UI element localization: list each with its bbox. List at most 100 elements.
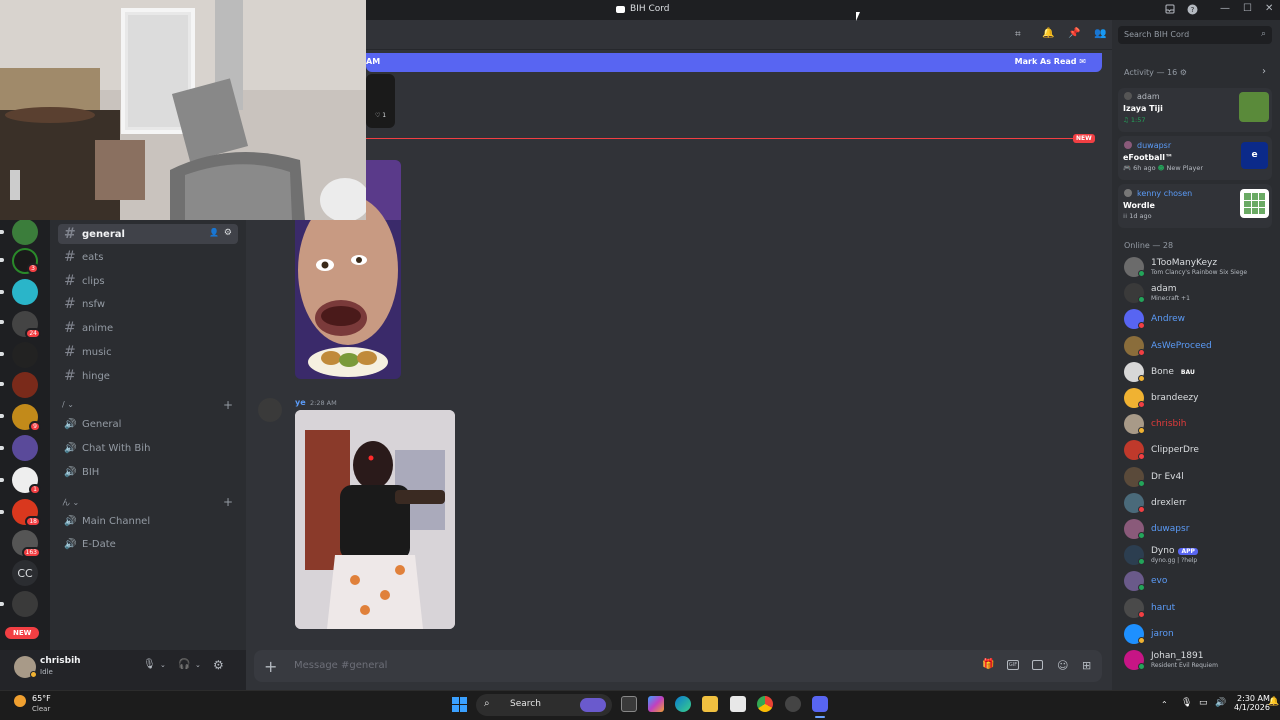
member-item[interactable]: drexlerr: [1124, 492, 1269, 516]
category-header[interactable]: ん ⌄: [62, 497, 79, 508]
member-item[interactable]: Andrew: [1124, 308, 1269, 332]
gift-icon[interactable]: 🎁: [982, 659, 994, 670]
server-icon[interactable]: [12, 279, 38, 305]
user-settings-gear-icon[interactable]: ⚙: [213, 658, 224, 672]
voice-channel-general[interactable]: 🔊 General: [58, 414, 238, 434]
channel-hinge[interactable]: # hinge: [58, 366, 238, 386]
username[interactable]: chrisbih: [40, 656, 81, 666]
server-icon-text[interactable]: CC: [12, 560, 38, 586]
threads-icon[interactable]: ⌗: [1015, 29, 1021, 40]
unread-indicator: [0, 290, 4, 294]
weather-temp[interactable]: 65°F: [32, 694, 51, 703]
reaction-heart-icon[interactable]: ♡ 1: [375, 112, 386, 119]
close-button[interactable]: ✕: [1265, 3, 1273, 14]
attach-plus-icon[interactable]: +: [264, 657, 277, 676]
invite-icon[interactable]: 👤: [209, 228, 219, 237]
notification-bell-icon[interactable]: 🔔: [1268, 697, 1279, 707]
copilot-icon[interactable]: [648, 696, 664, 712]
file-explorer-icon[interactable]: [702, 696, 718, 712]
member-item[interactable]: adam Minecraft +1: [1124, 282, 1269, 306]
member-item[interactable]: jaron: [1124, 623, 1269, 647]
bell-icon[interactable]: 🔔: [1042, 28, 1054, 39]
new-unreads-pill[interactable]: NEW: [5, 627, 40, 639]
settings-gear-icon[interactable]: ⚙: [224, 228, 232, 238]
maximize-button[interactable]: ☐: [1243, 3, 1252, 14]
member-item[interactable]: ClipperDre: [1124, 439, 1269, 463]
server-icon[interactable]: [12, 591, 38, 617]
server-icon[interactable]: 18: [12, 499, 41, 527]
member-item[interactable]: duwapsr: [1124, 518, 1269, 542]
server-icon[interactable]: [12, 342, 38, 368]
channel-general[interactable]: # general ⚙ 👤: [58, 224, 238, 244]
gear-icon[interactable]: ⚙: [1180, 68, 1187, 77]
server-icon[interactable]: 24: [12, 311, 41, 339]
chevron-down-icon[interactable]: ⌄: [160, 661, 166, 669]
channel-music[interactable]: # music: [58, 342, 238, 362]
minimize-button[interactable]: —: [1220, 3, 1230, 14]
member-item[interactable]: brandeezy: [1124, 387, 1269, 411]
emoji-icon[interactable]: ☺: [1057, 659, 1068, 672]
voice-channel-edate[interactable]: 🔊 E-Date: [58, 534, 238, 554]
add-channel-icon[interactable]: +: [223, 398, 233, 412]
mark-as-read-button[interactable]: Mark As Read ✉: [1015, 57, 1086, 66]
voice-channel-main[interactable]: 🔊 Main Channel: [58, 511, 238, 531]
search-input[interactable]: Search BIH Cord ⌕: [1118, 26, 1272, 44]
message-author[interactable]: ye: [295, 398, 306, 407]
chrome-icon[interactable]: [757, 696, 773, 712]
member-item[interactable]: Johan_1891 Resident Evil Requiem: [1124, 649, 1269, 673]
gif-icon[interactable]: GIF: [1007, 660, 1019, 670]
edge-icon[interactable]: [675, 696, 691, 712]
server-icon[interactable]: [12, 372, 38, 398]
member-item[interactable]: Dyno APP dyno.gg | ?help: [1124, 544, 1269, 568]
chevron-down-icon[interactable]: ⌄: [195, 661, 201, 669]
task-view-icon[interactable]: [621, 696, 637, 712]
voice-channel-chat-with-bih[interactable]: 🔊 Chat With Bih: [58, 438, 238, 458]
apps-icon[interactable]: ⊞: [1082, 659, 1091, 672]
channel-clips[interactable]: # clips: [58, 271, 238, 291]
help-icon[interactable]: ?: [1186, 3, 1198, 15]
message-input[interactable]: Message #general: [294, 660, 387, 671]
channel-name: E-Date: [82, 538, 116, 550]
server-icon[interactable]: 1: [12, 467, 41, 495]
system-clock[interactable]: 2:30 AM 4/1/2026: [1234, 694, 1270, 712]
member-item[interactable]: harut: [1124, 597, 1269, 621]
member-item[interactable]: 1TooManyKeyz Tom Clancy's Rainbow Six Sie…: [1124, 256, 1269, 280]
server-icon[interactable]: 163: [12, 530, 41, 558]
headphones-icon[interactable]: 🎧: [178, 659, 190, 670]
app-icon[interactable]: [785, 696, 801, 712]
member-item[interactable]: chrisbih: [1124, 413, 1269, 437]
message-image[interactable]: [366, 74, 395, 128]
member-item[interactable]: evo: [1124, 570, 1269, 594]
server-icon[interactable]: 3: [12, 248, 39, 274]
category-header[interactable]: / ⌄: [62, 400, 74, 409]
pin-icon[interactable]: 📌: [1068, 28, 1080, 39]
channel-eats[interactable]: # eats: [58, 247, 238, 267]
discord-taskbar-icon[interactable]: [812, 696, 828, 712]
microphone-icon[interactable]: 🎙: [143, 659, 156, 670]
weather-moon-icon[interactable]: [14, 695, 26, 707]
store-icon[interactable]: [730, 696, 746, 712]
avatar[interactable]: [258, 398, 282, 422]
voice-channel-bih[interactable]: 🔊 BIH: [58, 462, 238, 482]
server-icon[interactable]: [12, 219, 38, 245]
unread-banner[interactable]: AM Mark As Read ✉: [366, 53, 1102, 72]
member-item[interactable]: Dr Ev4l: [1124, 466, 1269, 490]
server-icon[interactable]: [12, 435, 38, 461]
member-item[interactable]: Bone BAU: [1124, 361, 1269, 385]
server-icon[interactable]: 9: [12, 404, 41, 432]
taskbar-search[interactable]: ⌕ Search: [476, 694, 612, 716]
member-list-icon[interactable]: 👥: [1094, 28, 1106, 39]
inbox-icon[interactable]: [1164, 3, 1176, 15]
member-item[interactable]: AsWeProceed: [1124, 335, 1269, 359]
message-image[interactable]: [295, 410, 455, 629]
add-channel-icon[interactable]: +: [223, 495, 233, 509]
start-windows-icon[interactable]: [452, 697, 467, 712]
chevron-right-icon[interactable]: ›: [1262, 66, 1266, 77]
channel-anime[interactable]: # anime: [58, 318, 238, 338]
tray-mic-icon[interactable]: 🎙: [1181, 698, 1192, 708]
channel-nsfw[interactable]: # nsfw: [58, 294, 238, 314]
tray-chevron-up-icon[interactable]: ⌃: [1161, 700, 1168, 709]
tray-volume-icon[interactable]: 🔊: [1215, 698, 1226, 708]
tray-network-icon[interactable]: ▭: [1199, 698, 1208, 708]
sticker-icon[interactable]: [1032, 660, 1043, 670]
